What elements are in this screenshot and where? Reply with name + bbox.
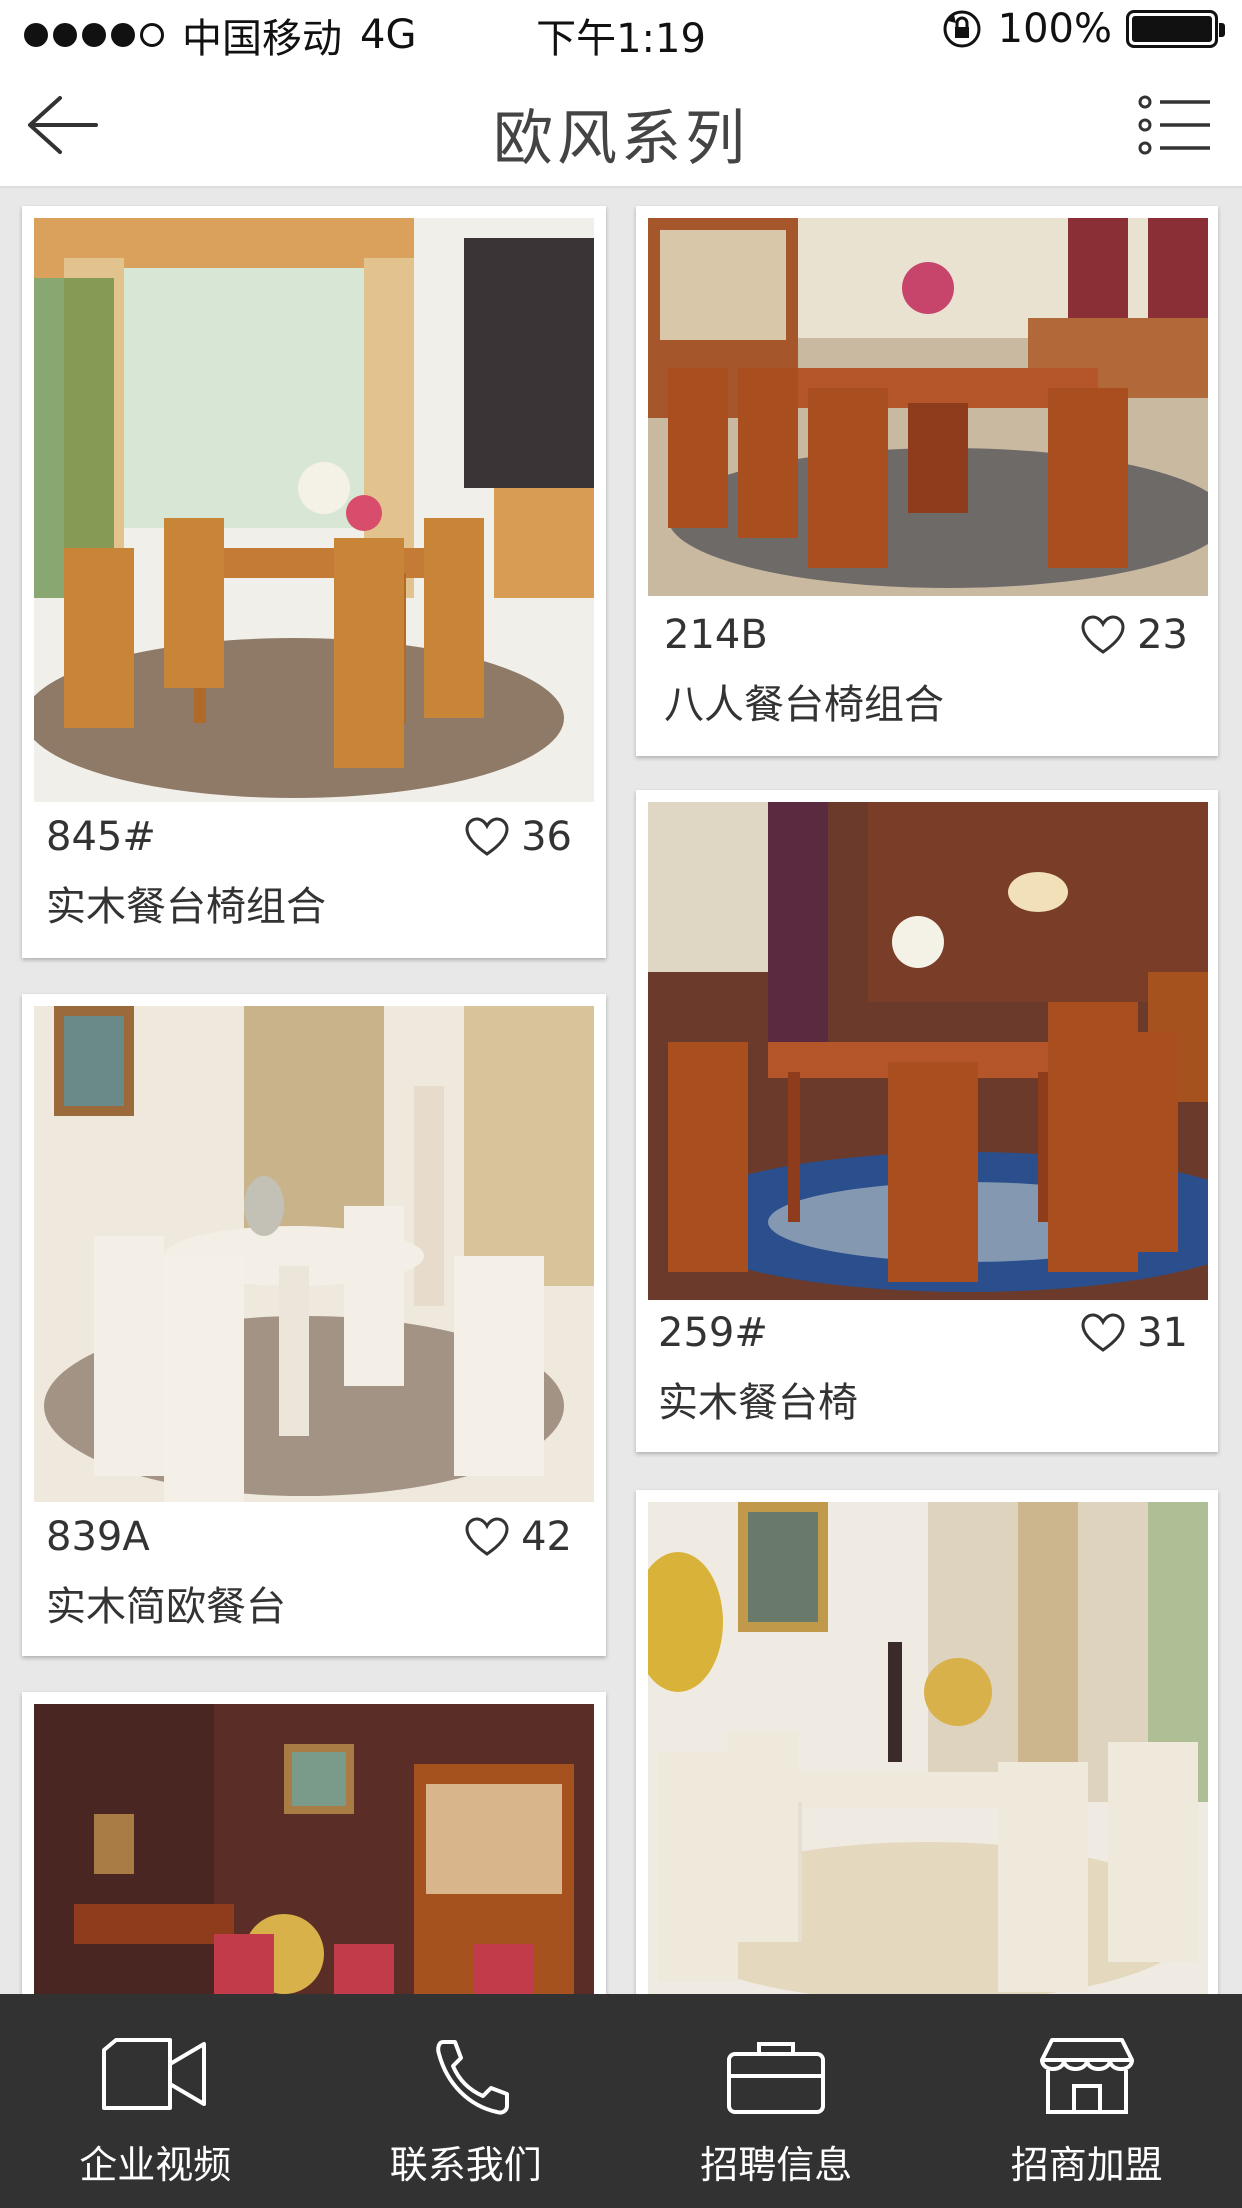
briefcase-icon — [727, 2042, 826, 2114]
like-count: 42 — [521, 1514, 572, 1560]
like-button[interactable]: 31 — [1081, 1310, 1188, 1356]
heart-icon — [465, 817, 509, 856]
tab-label: 招商加盟 — [1010, 2143, 1163, 2187]
tab-enterprise-video[interactable]: 企业视频 — [0, 1994, 311, 2208]
tab-recruitment-info[interactable]: 招聘信息 — [621, 1994, 932, 2208]
store-icon — [1039, 2038, 1134, 2114]
tab-label: 招聘信息 — [700, 2143, 853, 2187]
product-image[interactable] — [648, 802, 1208, 1300]
product-code: 259# — [658, 1310, 768, 1356]
like-count: 36 — [521, 814, 572, 860]
status-bar: 中国移动 4G 下午1:19 100% — [0, 0, 1242, 62]
product-name: 实木餐台椅 — [658, 1380, 858, 1426]
tab-label: 联系我们 — [389, 2143, 542, 2187]
product-image[interactable] — [34, 1006, 594, 1502]
product-name: 八人餐台椅组合 — [664, 682, 944, 728]
like-button[interactable]: 36 — [465, 814, 572, 860]
product-code: 214B — [664, 612, 768, 658]
tab-franchise[interactable]: 招商加盟 — [932, 1994, 1242, 2208]
product-card[interactable] — [22, 1692, 606, 2014]
heart-icon — [1081, 615, 1125, 654]
product-image[interactable] — [648, 218, 1208, 596]
heart-icon — [1081, 1313, 1125, 1352]
phone-icon — [435, 2040, 509, 2115]
rotation-lock-icon — [943, 10, 981, 48]
product-name: 实木简欧餐台 — [46, 1584, 286, 1630]
product-card[interactable] — [636, 1490, 1218, 2010]
bottom-tab-bar: 企业视频 联系我们 招聘信息 招商加盟 — [0, 1994, 1242, 2208]
like-button[interactable]: 42 — [465, 1514, 572, 1560]
battery-percent: 100% — [997, 6, 1112, 52]
tab-contact-us[interactable]: 联系我们 — [311, 1994, 622, 2208]
product-code: 845# — [46, 814, 156, 860]
tab-label: 企业视频 — [79, 2143, 232, 2187]
page-title: 欧风系列 — [493, 104, 749, 174]
heart-icon — [465, 1517, 509, 1556]
product-image[interactable] — [648, 1502, 1208, 2010]
like-button[interactable]: 23 — [1081, 612, 1188, 658]
product-card[interactable]: 214B 23 八人餐台椅组合 — [636, 206, 1218, 756]
like-count: 31 — [1137, 1310, 1188, 1356]
product-card[interactable]: 845# 36 实木餐台椅组合 — [22, 206, 606, 958]
product-card[interactable]: 259# 31 实木餐台椅 — [636, 790, 1218, 1452]
battery-icon — [1126, 10, 1225, 48]
list-icon[interactable] — [1138, 94, 1212, 156]
product-name: 实木餐台椅组合 — [46, 884, 326, 930]
status-right: 100% — [940, 6, 1225, 52]
video-camera-icon — [102, 2038, 207, 2110]
navigation-bar: 欧风系列 — [0, 62, 1242, 188]
product-code: 839A — [46, 1514, 150, 1560]
product-card[interactable]: 839A 42 实木简欧餐台 — [22, 994, 606, 1656]
product-image[interactable] — [34, 1704, 594, 2014]
product-image[interactable] — [34, 218, 594, 802]
like-count: 23 — [1137, 612, 1188, 658]
